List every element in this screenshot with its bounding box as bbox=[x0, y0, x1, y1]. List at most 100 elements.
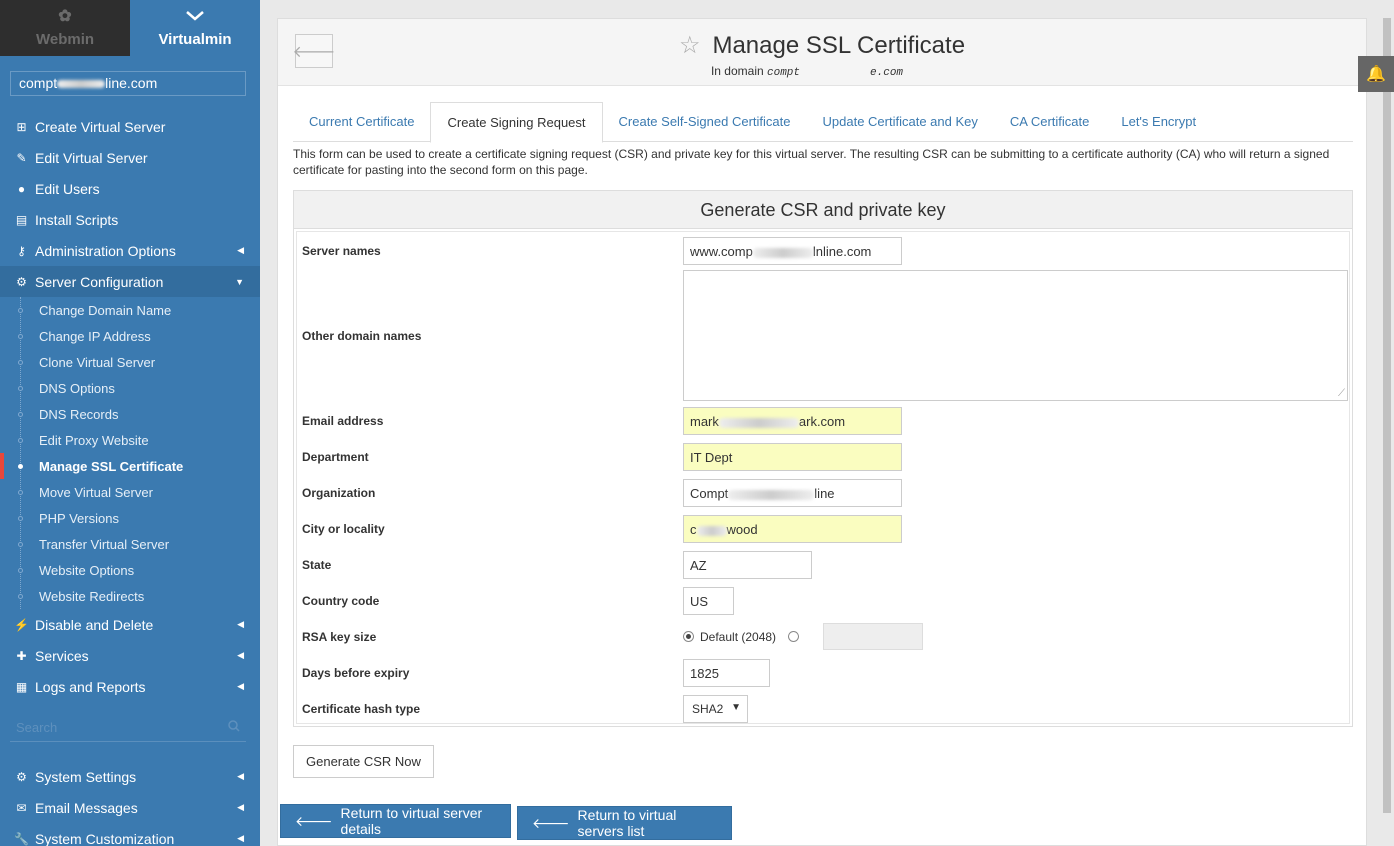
submenu-label: DNS Records bbox=[39, 406, 119, 422]
department-input[interactable]: IT Dept bbox=[683, 443, 902, 471]
rsa-custom-input[interactable] bbox=[823, 623, 924, 650]
sidebar-item-system-customization[interactable]: 🔧 System Customization ◀ bbox=[0, 823, 260, 846]
label-rsa-key-size: RSA key size bbox=[302, 630, 377, 644]
server-configuration-submenu: Change Domain Name Change IP Address Clo… bbox=[0, 297, 260, 609]
tab-lets-encrypt[interactable]: Let's Encrypt bbox=[1105, 102, 1212, 142]
star-icon[interactable]: ☆ bbox=[679, 32, 701, 59]
submenu-item-website-redirects[interactable]: Website Redirects bbox=[0, 583, 260, 609]
submenu-item-edit-proxy-website[interactable]: Edit Proxy Website bbox=[0, 427, 260, 453]
submenu-item-change-domain-name[interactable]: Change Domain Name bbox=[0, 297, 260, 323]
days-before-expiry-input[interactable]: 1825 bbox=[683, 659, 770, 687]
submenu-label: DNS Options bbox=[39, 380, 115, 396]
arrow-left-icon: 🡐 bbox=[532, 814, 570, 831]
sidebar-item-disable-and-delete[interactable]: ⚡ Disable and Delete ◀ bbox=[0, 609, 260, 640]
country-code-input[interactable]: US bbox=[683, 587, 734, 615]
subtitle-prefix: In domain bbox=[710, 64, 764, 78]
hash-type-select[interactable]: SHA2 ▼ bbox=[683, 695, 748, 723]
sidebar-item-edit-users[interactable]: ● Edit Users bbox=[0, 173, 260, 204]
redacted-blur bbox=[57, 80, 106, 89]
sidebar-item-system-settings[interactable]: ⚙ System Settings ◀ bbox=[0, 761, 260, 792]
edit-icon: ✎ bbox=[16, 150, 27, 165]
submenu-item-clone-virtual-server[interactable]: Clone Virtual Server bbox=[0, 349, 260, 375]
sidebar-item-create-virtual-server[interactable]: ⊞ Create Virtual Server bbox=[0, 111, 260, 142]
sidebar-item-label: System Customization bbox=[35, 830, 175, 846]
tab-current-certificate[interactable]: Current Certificate bbox=[293, 102, 430, 142]
resize-grip-icon[interactable]: ⟋ bbox=[1338, 388, 1345, 399]
page-header: 🡐 ☆ Manage SSL Certificate In domain comp… bbox=[278, 19, 1366, 86]
sidebar-search-input[interactable]: Search bbox=[10, 714, 246, 742]
generate-csr-button[interactable]: Generate CSR Now bbox=[293, 745, 434, 778]
form-body: Server names www.comp lnline.com Other do… bbox=[296, 231, 1350, 724]
bullet-icon bbox=[18, 359, 23, 365]
domain-select[interactable]: compt line.com bbox=[10, 71, 246, 96]
label-email-address: Email address bbox=[302, 414, 384, 428]
caret-left-icon: ◀ bbox=[237, 245, 244, 255]
submenu-item-manage-ssl-certificate[interactable]: Manage SSL Certificate bbox=[0, 453, 260, 479]
sidebar-bottom-menu: ⚙ System Settings ◀ ✉ Email Messages ◀ 🔧… bbox=[0, 761, 260, 846]
rsa-custom-radio[interactable] bbox=[788, 631, 800, 642]
label-certificate-hash-type: Certificate hash type bbox=[302, 702, 421, 716]
submenu-item-dns-options[interactable]: DNS Options bbox=[0, 375, 260, 401]
server-names-value-start: www.comp bbox=[690, 244, 753, 259]
submenu-item-website-options[interactable]: Website Options bbox=[0, 557, 260, 583]
sidebar-item-logs-and-reports[interactable]: ▦ Logs and Reports ◀ bbox=[0, 671, 260, 702]
submenu-label: Website Redirects bbox=[39, 588, 145, 604]
sidebar-item-services[interactable]: ✚ Services ◀ bbox=[0, 640, 260, 671]
tab-create-self-signed-certificate[interactable]: Create Self-Signed Certificate bbox=[603, 102, 807, 142]
label-other-domain-names: Other domain names bbox=[302, 329, 422, 343]
virtualmin-tab[interactable]: Virtualmin bbox=[130, 0, 260, 56]
webmin-icon: ✿ bbox=[58, 8, 72, 25]
tab-ca-certificate[interactable]: CA Certificate bbox=[994, 102, 1105, 142]
page-scrollbar[interactable] bbox=[1383, 18, 1391, 813]
bell-icon[interactable]: 🔔 bbox=[1358, 56, 1394, 92]
redacted-blur bbox=[752, 247, 813, 258]
product-switcher: ✿ Webmin Virtualmin bbox=[0, 0, 260, 56]
sidebar-item-administration-options[interactable]: ⚷ Administration Options ◀ bbox=[0, 235, 260, 266]
cogs-icon: ⚙ bbox=[16, 274, 27, 289]
caret-left-icon: ◀ bbox=[237, 771, 244, 781]
wrench-icon: 🔧 bbox=[14, 831, 29, 846]
other-domain-names-textarea[interactable]: ⟋ bbox=[683, 270, 1348, 401]
form-description: This form can be used to create a certif… bbox=[293, 147, 1330, 177]
plug-icon: ⚡ bbox=[14, 617, 29, 632]
server-names-input[interactable]: www.comp lnline.com bbox=[683, 237, 902, 265]
tab-update-certificate-and-key[interactable]: Update Certificate and Key bbox=[807, 102, 994, 142]
sidebar: ✿ Webmin Virtualmin compt line.com ⊞ Crea… bbox=[0, 0, 260, 846]
button-label: Return to virtual server details bbox=[340, 805, 483, 837]
sidebar-item-label: Administration Options bbox=[35, 242, 176, 259]
submenu-item-transfer-virtual-server[interactable]: Transfer Virtual Server bbox=[0, 531, 260, 557]
webmin-tab[interactable]: ✿ Webmin bbox=[0, 0, 130, 56]
sidebar-item-label: Disable and Delete bbox=[35, 616, 154, 633]
submenu-item-move-virtual-server[interactable]: Move Virtual Server bbox=[0, 479, 260, 505]
webmin-label: Webmin bbox=[35, 31, 95, 48]
return-to-servers-list-button[interactable]: 🡐 Return to virtual servers list bbox=[517, 806, 732, 840]
sidebar-item-email-messages[interactable]: ✉ Email Messages ◀ bbox=[0, 792, 260, 823]
submenu-label: Change Domain Name bbox=[39, 302, 172, 318]
organization-value-end: line bbox=[814, 486, 835, 501]
organization-input[interactable]: Compt line bbox=[683, 479, 902, 507]
return-to-server-details-button[interactable]: 🡐 Return to virtual server details bbox=[280, 804, 511, 838]
city-input[interactable]: c wood bbox=[683, 515, 902, 543]
tab-create-signing-request[interactable]: Create Signing Request bbox=[430, 102, 603, 143]
rsa-default-radio[interactable] bbox=[683, 631, 694, 642]
sidebar-item-server-configuration[interactable]: ⚙ Server Configuration ▼ bbox=[0, 266, 260, 297]
email-address-input[interactable]: mark ark.com bbox=[683, 407, 902, 435]
main-panel: 🡐 ☆ Manage SSL Certificate In domain comp… bbox=[277, 18, 1367, 846]
state-input[interactable]: AZ bbox=[683, 551, 812, 579]
domain-end: e.com bbox=[870, 67, 904, 79]
file-icon: ▦ bbox=[15, 679, 28, 694]
redacted-blur bbox=[728, 489, 815, 500]
bullet-icon bbox=[18, 463, 23, 469]
submenu-item-change-ip-address[interactable]: Change IP Address bbox=[0, 323, 260, 349]
envelope-icon: ✉ bbox=[16, 800, 27, 815]
submenu-item-php-versions[interactable]: PHP Versions bbox=[0, 505, 260, 531]
label-country-code: Country code bbox=[302, 594, 380, 608]
submenu-label: Move Virtual Server bbox=[39, 484, 153, 500]
sidebar-item-label: Edit Users bbox=[35, 180, 100, 197]
button-label: Return to virtual servers list bbox=[577, 807, 677, 839]
submenu-item-dns-records[interactable]: DNS Records bbox=[0, 401, 260, 427]
sidebar-item-edit-virtual-server[interactable]: ✎ Edit Virtual Server bbox=[0, 142, 260, 173]
email-value-start: mark bbox=[690, 414, 719, 429]
server-names-value-end: lnline.com bbox=[812, 244, 872, 259]
sidebar-item-install-scripts[interactable]: ▤ Install Scripts bbox=[0, 204, 260, 235]
